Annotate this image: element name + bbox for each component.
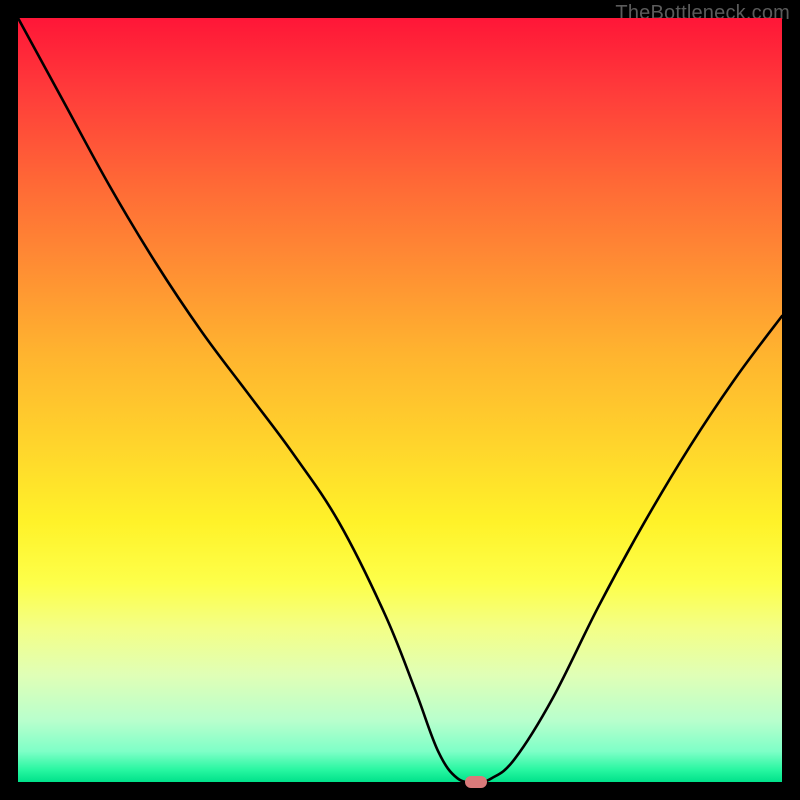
curve-path xyxy=(18,18,782,782)
optimal-point-marker xyxy=(465,776,487,788)
plot-area xyxy=(18,18,782,782)
bottleneck-curve xyxy=(18,18,782,782)
chart-frame: TheBottleneck.com xyxy=(0,0,800,800)
